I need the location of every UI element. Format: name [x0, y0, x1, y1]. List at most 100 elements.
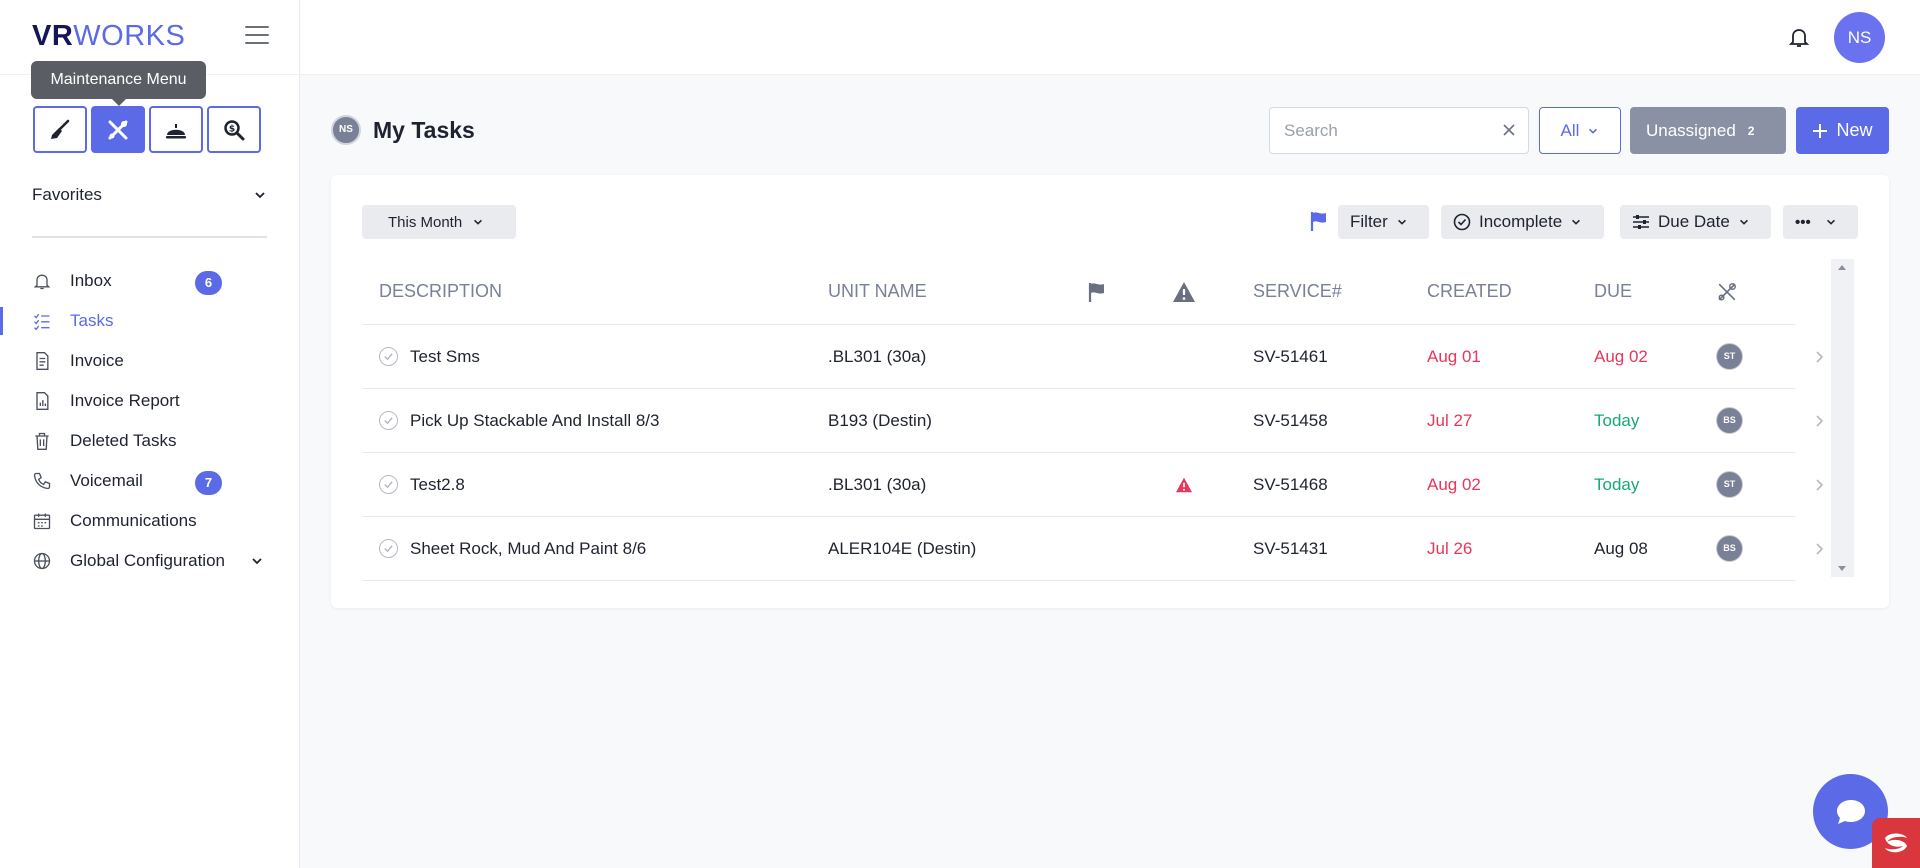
chevron-down-icon [1572, 219, 1581, 225]
close-icon[interactable] [1502, 123, 1516, 137]
due-date: Today [1594, 474, 1640, 494]
concierge-button[interactable] [149, 106, 203, 153]
scroll-down-icon[interactable] [1838, 566, 1846, 571]
sidebar-item-tasks[interactable]: Tasks [0, 301, 300, 341]
sliders-icon [1633, 215, 1649, 229]
avatar: NS [331, 115, 361, 145]
chevron-right-icon[interactable] [1814, 517, 1824, 580]
sidebar-item-invoice[interactable]: Invoice [0, 341, 300, 381]
report-icon [31, 390, 53, 412]
status-dropdown[interactable]: Incomplete [1441, 205, 1604, 239]
chevron-right-icon[interactable] [1814, 453, 1824, 516]
document-icon [31, 350, 53, 372]
voicemail-badge: 7 [195, 471, 222, 495]
sidebar-item-global-configuration[interactable]: Global Configuration [0, 541, 300, 581]
chevron-right-icon[interactable] [1814, 389, 1824, 452]
phone-icon [31, 470, 53, 492]
brand-corner-logo[interactable] [1872, 818, 1920, 868]
flag-icon [1088, 282, 1104, 302]
inbox-badge: 6 [195, 271, 222, 295]
due-date: Aug 08 [1594, 538, 1648, 558]
complete-check-icon[interactable] [379, 539, 398, 558]
brand-logo-icon [1885, 833, 1907, 853]
unit-name: B193 (Destin) [828, 410, 932, 430]
column-assignee[interactable] [1716, 259, 1738, 324]
scroll-up-icon[interactable] [1838, 265, 1846, 270]
table-row[interactable]: Test Sms .BL301 (30a) SV-51461 Aug 01 Au… [362, 325, 1824, 389]
complete-check-icon[interactable] [379, 475, 398, 494]
table-row[interactable]: Sheet Rock, Mud And Paint 8/6 ALER104E (… [362, 517, 1824, 581]
assignee-avatar: BS [1716, 535, 1743, 562]
sidebar-nav: Inbox 6 Tasks Invoice Invoice Report Del… [0, 261, 300, 581]
task-description: Test Sms [410, 346, 480, 366]
favorites-dropdown[interactable]: Favorites [32, 185, 267, 207]
flag-filter-icon[interactable] [1309, 210, 1329, 232]
table-header: DESCRIPTION UNIT NAME SERVICE# CREATED D… [362, 259, 1796, 325]
trash-icon [31, 430, 53, 452]
sidebar-item-invoice-report[interactable]: Invoice Report [0, 381, 300, 421]
sidebar-item-inbox[interactable]: Inbox 6 [0, 261, 300, 301]
column-unit-name[interactable]: UNIT NAME [828, 259, 927, 324]
chevron-right-icon[interactable] [1814, 325, 1824, 388]
sidebar: VRWORKS Maintenance Menu $ Favorites Inb… [0, 0, 300, 868]
maintenance-tools-icon [108, 120, 128, 139]
search-input[interactable] [1284, 119, 1484, 143]
new-task-button[interactable]: New [1796, 107, 1889, 154]
scope-all-dropdown[interactable]: All [1539, 107, 1621, 154]
table-row[interactable]: Pick Up Stackable And Install 8/3 B193 (… [362, 389, 1824, 453]
table-row[interactable]: Test2.8 .BL301 (30a) SV-51468 Aug 02 Tod… [362, 453, 1824, 517]
sidebar-item-communications[interactable]: Communications [0, 501, 300, 541]
warning-triangle-icon [1173, 281, 1195, 302]
calendar-icon [31, 510, 53, 532]
unit-name: .BL301 (30a) [828, 474, 927, 494]
filter-button[interactable]: Filter [1338, 205, 1429, 239]
chevron-down-icon [1826, 219, 1835, 225]
task-description: Sheet Rock, Mud And Paint 8/6 [410, 538, 647, 558]
inspection-button[interactable]: $ [207, 106, 261, 153]
ellipsis-icon: ••• [1795, 213, 1811, 231]
maintenance-button[interactable] [91, 106, 145, 153]
column-service-number[interactable]: SERVICE# [1253, 259, 1342, 324]
sidebar-item-deleted-tasks[interactable]: Deleted Tasks [0, 421, 300, 461]
column-description[interactable]: DESCRIPTION [379, 259, 502, 324]
due-date: Today [1594, 410, 1640, 430]
page-title: My Tasks [373, 116, 475, 143]
notification-bell-icon[interactable] [1787, 25, 1811, 49]
service-number: SV-51461 [1253, 346, 1328, 366]
service-number: SV-51431 [1253, 538, 1328, 558]
column-created[interactable]: CREATED [1427, 259, 1512, 324]
service-number: SV-51468 [1253, 474, 1328, 494]
period-dropdown[interactable]: This Month [362, 205, 516, 239]
assignee-avatar: ST [1716, 471, 1743, 498]
column-flag[interactable] [1086, 259, 1108, 324]
complete-check-icon[interactable] [379, 347, 398, 366]
due-date: Aug 02 [1594, 346, 1648, 366]
user-avatar[interactable]: NS [1834, 12, 1885, 63]
top-bar: NS [300, 0, 1920, 75]
task-list-icon [31, 310, 53, 332]
module-switcher: $ [33, 106, 261, 153]
warning-icon [1175, 453, 1193, 516]
more-options-dropdown[interactable]: ••• [1783, 205, 1858, 239]
sidebar-item-voicemail[interactable]: Voicemail 7 [0, 461, 300, 501]
complete-check-icon[interactable] [379, 411, 398, 430]
table-scrollbar[interactable] [1831, 259, 1854, 577]
unassigned-button[interactable]: Unassigned 2 [1630, 107, 1786, 154]
hamburger-menu-icon[interactable] [245, 26, 269, 46]
created-date: Aug 02 [1427, 474, 1481, 494]
column-due[interactable]: DUE [1594, 259, 1632, 324]
tasks-table: DESCRIPTION UNIT NAME SERVICE# CREATED D… [362, 259, 1824, 581]
plus-icon [1813, 123, 1828, 138]
task-description: Pick Up Stackable And Install 8/3 [410, 410, 660, 430]
sort-dropdown[interactable]: Due Date [1620, 205, 1771, 239]
bell-icon [31, 270, 53, 292]
chevron-down-icon [1589, 128, 1598, 134]
created-date: Jul 26 [1427, 538, 1473, 558]
unassigned-count-badge: 2 [1747, 123, 1755, 138]
column-warning[interactable] [1172, 259, 1196, 324]
app-logo[interactable]: VRWORKS [32, 20, 185, 53]
page-header: NS My Tasks [331, 115, 475, 145]
task-description: Test2.8 [410, 474, 465, 494]
chevron-down-icon [252, 558, 262, 565]
housekeeping-button[interactable] [33, 106, 87, 153]
